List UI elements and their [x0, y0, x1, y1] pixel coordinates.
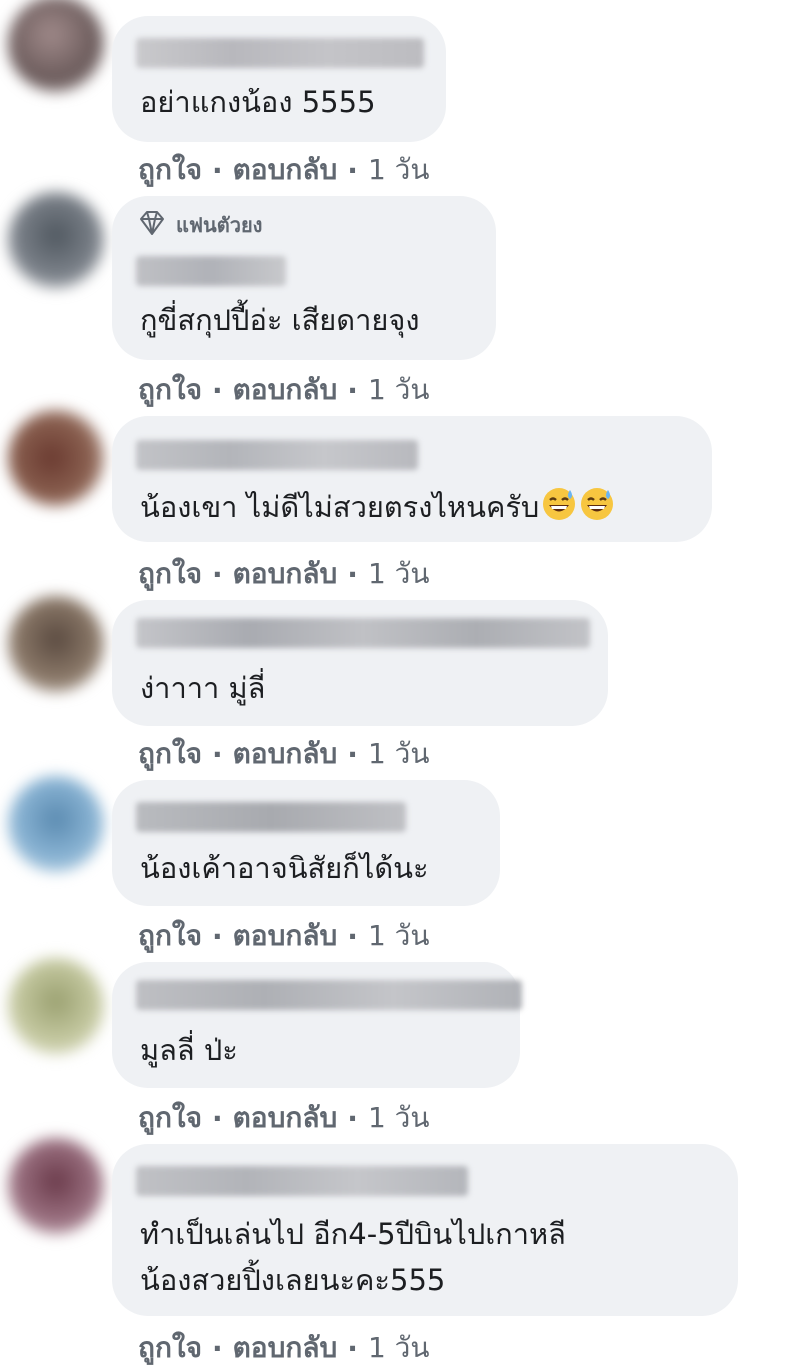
avatar[interactable]	[8, 958, 104, 1054]
commenter-name-blurred[interactable]	[136, 802, 406, 832]
comment-actions: ถูกใจ · ตอบกลับ · 1 วัน	[138, 552, 430, 596]
commenter-name-blurred[interactable]	[136, 1166, 468, 1196]
avatar[interactable]	[8, 410, 104, 506]
avatar[interactable]	[8, 776, 104, 872]
comment-text: น้องเค้าอาจนิสัยก็ได้นะ	[140, 851, 429, 885]
comment-actions: ถูกใจ · ตอบกลับ · 1 วัน	[138, 1326, 430, 1370]
reply-button[interactable]: ตอบกลับ	[233, 552, 338, 596]
comment-actions: ถูกใจ · ตอบกลับ · 1 วัน	[138, 368, 430, 412]
comment-bubble: มูลลี่ ป่ะ	[112, 962, 522, 1088]
comment-text: ง่าาาา มู่ลี่	[140, 671, 266, 705]
comment-actions: ถูกใจ · ตอบกลับ · 1 วัน	[138, 1096, 430, 1140]
comment-actions: ถูกใจ · ตอบกลับ · 1 วัน	[138, 914, 430, 958]
separator: ·	[347, 1101, 358, 1135]
comment-bubble: อย่าแกงน้อง 5555	[112, 16, 446, 142]
like-button[interactable]: ถูกใจ	[138, 552, 202, 596]
like-button[interactable]: ถูกใจ	[138, 368, 202, 412]
separator: ·	[211, 1331, 223, 1365]
reply-button[interactable]: ตอบกลับ	[233, 1326, 338, 1370]
comment-bubble: ทำเป็นเล่นไป อีก4-5ปีบินไปเกาหลี น้องสวย…	[112, 1144, 738, 1316]
diamond-icon	[138, 210, 166, 241]
timestamp[interactable]: 1 วัน	[368, 1326, 430, 1370]
separator: ·	[211, 153, 223, 187]
comment-bubble: น้องเค้าอาจนิสัยก็ได้นะ	[112, 780, 500, 906]
fan-badge[interactable]: แฟนตัวยง	[138, 210, 262, 240]
comment-text-content: น้องเขา ไม่ดีไม่สวยตรงไหนครับ	[140, 490, 540, 524]
separator: ·	[211, 1101, 223, 1135]
like-button[interactable]: ถูกใจ	[138, 914, 202, 958]
comment-text: มูลลี่ ป่ะ	[140, 1033, 238, 1067]
comment-actions: ถูกใจ · ตอบกลับ · 1 วัน	[138, 732, 430, 776]
separator: ·	[347, 153, 358, 187]
separator: ·	[211, 737, 223, 771]
comment-text: น้องเขา ไม่ดีไม่สวยตรงไหนครับ	[140, 486, 615, 532]
commenter-name-blurred[interactable]	[136, 440, 418, 470]
like-button[interactable]: ถูกใจ	[138, 1096, 202, 1140]
commenter-name-blurred[interactable]	[136, 980, 522, 1010]
timestamp[interactable]: 1 วัน	[368, 914, 430, 958]
avatar[interactable]	[8, 192, 104, 288]
reply-button[interactable]: ตอบกลับ	[233, 1096, 338, 1140]
comment-text: อย่าแกงน้อง 5555	[140, 85, 376, 119]
comment-bubble: ง่าาาา มู่ลี่	[112, 600, 608, 726]
separator: ·	[347, 737, 358, 771]
fan-badge-label: แฟนตัวยง	[176, 213, 263, 237]
commenter-name-blurred[interactable]	[136, 38, 424, 68]
timestamp[interactable]: 1 วัน	[368, 552, 430, 596]
reply-button[interactable]: ตอบกลับ	[233, 148, 338, 192]
comment-text-line: ทำเป็นเล่นไป อีก4-5ปีบินไปเกาหลี	[140, 1217, 566, 1251]
comment-bubble: แฟนตัวยง กูขี่สกุปปี้อ่ะ เสียดายจุง	[112, 196, 496, 360]
separator: ·	[347, 1331, 358, 1365]
separator: ·	[347, 919, 358, 953]
timestamp[interactable]: 1 วัน	[368, 368, 430, 412]
comment-text: กูขี่สกุปปี้อ่ะ เสียดายจุง	[140, 303, 420, 337]
grinning-sweat-face-icon	[579, 486, 615, 532]
timestamp[interactable]: 1 วัน	[368, 1096, 430, 1140]
reply-button[interactable]: ตอบกลับ	[233, 732, 338, 776]
separator: ·	[347, 557, 358, 591]
avatar[interactable]	[8, 0, 104, 92]
like-button[interactable]: ถูกใจ	[138, 732, 202, 776]
timestamp[interactable]: 1 วัน	[368, 732, 430, 776]
avatar[interactable]	[8, 1138, 104, 1234]
comment-actions: ถูกใจ · ตอบกลับ · 1 วัน	[138, 148, 430, 192]
reply-button[interactable]: ตอบกลับ	[233, 368, 338, 412]
separator: ·	[211, 373, 223, 407]
separator: ·	[211, 919, 223, 953]
like-button[interactable]: ถูกใจ	[138, 1326, 202, 1370]
separator: ·	[347, 373, 358, 407]
comment-text-line: น้องสวยปิ้งเลยนะคะ555	[140, 1263, 446, 1297]
comment-bubble: น้องเขา ไม่ดีไม่สวยตรงไหนครับ	[112, 416, 712, 542]
separator: ·	[211, 557, 223, 591]
like-button[interactable]: ถูกใจ	[138, 148, 202, 192]
timestamp[interactable]: 1 วัน	[368, 148, 430, 192]
reply-button[interactable]: ตอบกลับ	[233, 914, 338, 958]
commenter-name-blurred[interactable]	[136, 256, 286, 286]
commenter-name-blurred[interactable]	[136, 618, 590, 648]
grinning-sweat-face-icon	[541, 486, 577, 532]
avatar[interactable]	[8, 596, 104, 692]
